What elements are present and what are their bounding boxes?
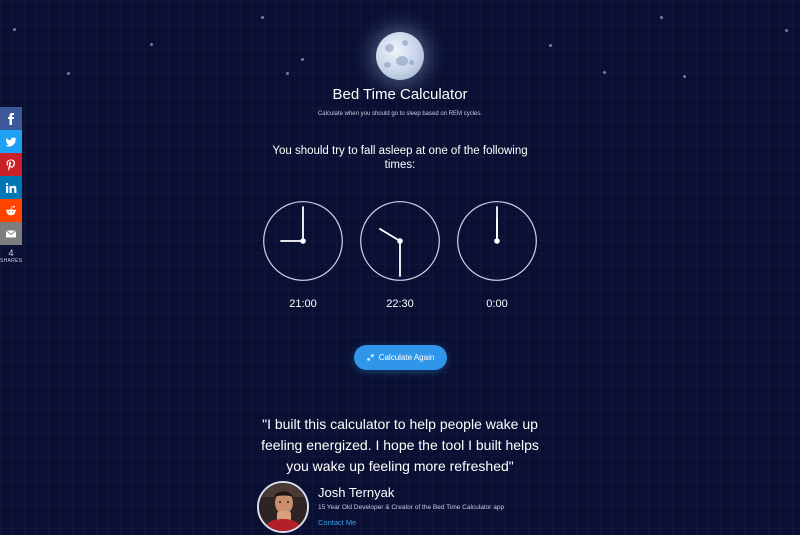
author-portrait	[259, 483, 307, 531]
star	[261, 16, 264, 19]
calculate-again-button[interactable]: Calculate Again	[354, 345, 447, 370]
results-prompt: You should try to fall asleep at one of …	[272, 145, 528, 171]
share-count: 4 SHARES	[0, 248, 22, 264]
email-icon	[5, 229, 17, 237]
avatar	[257, 481, 309, 533]
share-count-label: SHARES	[0, 258, 23, 264]
clock-time-label: 0:00	[486, 298, 508, 310]
clock-icon	[360, 201, 440, 281]
star	[603, 71, 606, 74]
share-bar: 4 SHARES	[0, 107, 22, 264]
clock-time-label: 22:30	[386, 298, 414, 310]
twitter-icon	[5, 137, 17, 146]
star	[13, 28, 16, 31]
testimonial-quote: "I built this calculator to help people …	[261, 416, 539, 474]
twitter-share-button[interactable]	[0, 130, 22, 153]
author-role: 15 Year Old Developer & Creator of the B…	[318, 504, 505, 511]
author-name: Josh Ternyak	[318, 485, 395, 500]
reddit-share-button[interactable]	[0, 199, 22, 222]
calculate-again-label: Calculate Again	[378, 353, 435, 362]
refresh-arrows-icon	[367, 354, 374, 361]
star	[150, 43, 153, 46]
share-count-number: 4	[8, 248, 14, 258]
clock-result: 21:00	[263, 201, 343, 310]
clock-result: 0:00	[457, 201, 537, 310]
linkedin-icon	[5, 182, 17, 193]
page-title: Bed Time Calculator	[332, 86, 468, 103]
star	[67, 72, 70, 75]
star	[301, 58, 304, 61]
page-subtitle: Calculate when you should go to sleep ba…	[317, 111, 483, 117]
star	[683, 75, 686, 78]
star	[286, 72, 289, 75]
clock-time-label: 21:00	[289, 298, 317, 310]
star	[660, 16, 663, 19]
clock-icon	[457, 201, 537, 281]
contact-me-link[interactable]: Contact Me	[318, 518, 356, 527]
email-share-button[interactable]	[0, 222, 22, 245]
star	[549, 44, 552, 47]
pinterest-icon	[6, 159, 16, 171]
clock-result: 22:30	[360, 201, 440, 310]
reddit-icon	[6, 205, 16, 215]
moon-icon	[376, 32, 424, 80]
linkedin-share-button[interactable]	[0, 176, 22, 199]
star	[785, 29, 788, 32]
clock-icon	[263, 201, 343, 281]
pinterest-share-button[interactable]	[0, 153, 22, 176]
